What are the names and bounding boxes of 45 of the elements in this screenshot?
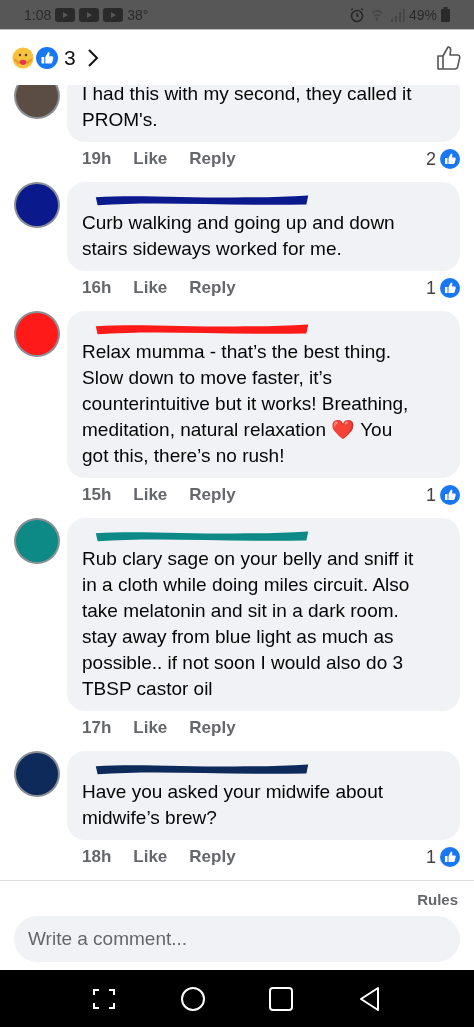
like-link[interactable]: Like	[133, 846, 168, 868]
comment-time: 16h	[82, 277, 112, 299]
comment-input[interactable]: Write a comment...	[14, 916, 460, 962]
avatar[interactable]	[14, 85, 60, 119]
recents-icon[interactable]	[268, 985, 295, 1012]
reaction-count[interactable]: 1	[426, 277, 436, 299]
video-icon	[55, 7, 76, 22]
video-icon	[79, 7, 100, 22]
like-link[interactable]: Like	[133, 277, 168, 299]
like-icon	[440, 485, 460, 505]
reaction-count[interactable]: 1	[426, 846, 436, 868]
comment-time: 18h	[82, 846, 112, 868]
comment-time: 17h	[82, 717, 112, 739]
reply-link[interactable]: Reply	[189, 148, 236, 170]
like-icon	[36, 46, 58, 69]
care-reaction-icon	[12, 46, 34, 69]
alarm-icon	[348, 6, 365, 23]
rules-link[interactable]: Rules	[417, 891, 460, 908]
comment-text: Curb walking and going up and down stairs sideways worked for me.	[82, 211, 396, 261]
comment-text: Rub clary sage on your belly and sniff it in a cloth while doing miles circuit. Also take melatonin and sit in a dark room. stay away from blue light as much as possible.. if not soon I would also do 3 TBSP castor oil	[82, 547, 415, 701]
battery-icon	[441, 7, 450, 22]
home-icon[interactable]	[179, 985, 206, 1012]
reply-link[interactable]: Reply	[189, 484, 236, 506]
avatar[interactable]	[14, 751, 60, 797]
comment-text: I had this with my second, they called it PROM's.	[82, 85, 413, 132]
video-icon	[103, 7, 124, 22]
reaction-count[interactable]: 1	[426, 484, 436, 506]
reaction-count[interactable]: 2	[426, 148, 436, 170]
like-link[interactable]: Like	[133, 484, 168, 506]
like-outline-icon[interactable]	[436, 44, 462, 71]
comment-time: 19h	[82, 148, 112, 170]
avatar[interactable]	[14, 182, 60, 228]
reply-link[interactable]: Reply	[189, 717, 236, 739]
chevron-right-icon[interactable]	[85, 46, 100, 69]
reaction-count[interactable]: 3	[64, 45, 76, 70]
reply-link[interactable]: Reply	[189, 846, 236, 868]
like-icon	[440, 847, 460, 867]
like-icon	[440, 149, 460, 169]
like-icon	[440, 278, 460, 298]
reply-link[interactable]: Reply	[189, 277, 236, 299]
comment-text: Relax mumma - that’s the best thing. Slow down to move faster, it’s counterintuitive but it works! Breathing, meditation, natural relaxation ❤ You got this, there’s no rush!	[82, 340, 410, 468]
like-link[interactable]: Like	[133, 148, 168, 170]
comment-text: Have you asked your midwife about midwife’s brew?	[82, 780, 384, 830]
comment-time: 15h	[82, 484, 112, 506]
like-link[interactable]: Like	[133, 717, 168, 739]
